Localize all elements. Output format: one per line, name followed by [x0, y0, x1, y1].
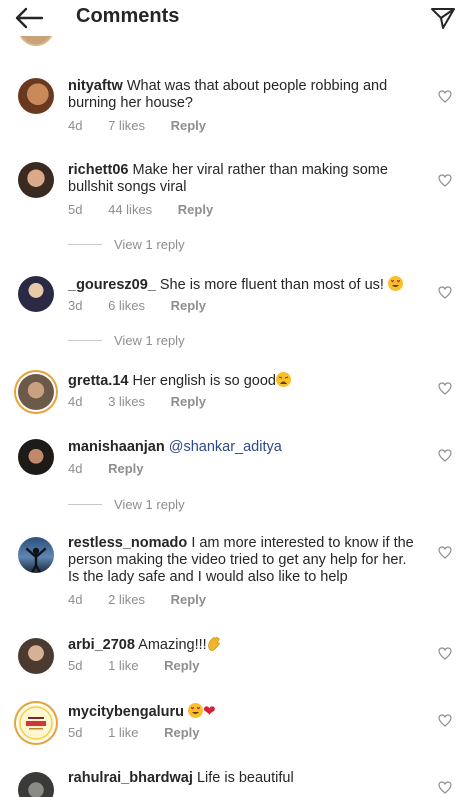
like-heart-icon[interactable] — [438, 781, 452, 794]
reply-button[interactable]: Reply — [171, 298, 206, 313]
comment-text: _gouresz09_ She is more fluent than most… — [68, 276, 420, 294]
comment-likes[interactable]: 1 like — [108, 658, 138, 673]
like-heart-icon[interactable] — [438, 174, 452, 187]
comment-text: richett06 Make her viral rather than mak… — [68, 162, 420, 196]
like-heart-icon[interactable] — [438, 286, 452, 299]
comment-likes[interactable]: 1 like — [108, 725, 138, 740]
comment-body: Her english is so good — [132, 373, 276, 389]
comment-meta: 4d 7 likes Reply — [68, 118, 228, 133]
comment-username[interactable]: mycitybengaluru — [68, 704, 184, 720]
avatar[interactable] — [18, 537, 54, 573]
comment-meta: 4d Reply — [68, 461, 166, 476]
comment-text: rahulrai_bhardwaj Life is beautiful — [68, 770, 420, 787]
like-heart-icon[interactable] — [438, 546, 452, 559]
reply-button[interactable]: Reply — [164, 725, 199, 740]
comment-time: 5d — [68, 658, 83, 673]
avatar[interactable] — [18, 638, 54, 674]
avatar[interactable] — [18, 36, 54, 46]
page-title: Comments — [76, 5, 180, 27]
comment-text: mycitybengaluru ❤ — [68, 703, 420, 721]
reply-button[interactable]: Reply — [108, 461, 143, 476]
divider-line — [68, 244, 102, 245]
avatar[interactable] — [18, 276, 54, 312]
comment-time: 5d — [68, 202, 83, 217]
comment-meta: 5d 1 like Reply — [68, 658, 221, 673]
partial-meta — [68, 36, 72, 43]
comment-meta: 3d 6 likes Reply — [68, 298, 228, 313]
weary-face-emoji — [275, 372, 291, 387]
view-replies-button[interactable]: View 1 reply — [68, 237, 185, 252]
like-heart-icon[interactable] — [438, 90, 452, 103]
comment-username[interactable]: richett06 — [68, 162, 128, 178]
avatar[interactable] — [18, 705, 54, 741]
back-arrow-icon[interactable] — [14, 6, 44, 30]
comment-body: She is more fluent than most of us! — [159, 277, 384, 293]
like-heart-icon[interactable] — [438, 382, 452, 395]
comment-item: rahulrai_bhardwaj Life is beautiful — [0, 768, 474, 797]
comment-time: 4d — [68, 461, 83, 476]
like-heart-icon[interactable] — [438, 714, 452, 727]
mention-link[interactable]: @shankar_aditya — [169, 439, 282, 455]
comment-text: nityaftw What was that about people robb… — [68, 78, 420, 112]
comment-likes[interactable]: 44 likes — [108, 202, 152, 217]
comment-username[interactable]: _gouresz09_ — [68, 277, 156, 293]
partial-comment — [0, 36, 474, 50]
comment-username[interactable]: nityaftw — [68, 78, 123, 94]
comment-text: manishaanjan @shankar_aditya — [68, 439, 420, 456]
view-replies-button[interactable]: View 1 reply — [68, 333, 185, 348]
like-heart-icon[interactable] — [438, 449, 452, 462]
comment-text: restless_nomado I am more interested to … — [68, 535, 420, 586]
top-bar: Comments — [0, 0, 474, 36]
red-heart-emoji: ❤ — [203, 703, 216, 720]
avatar[interactable] — [18, 439, 54, 475]
comment-time: 4d — [68, 118, 83, 133]
comment-likes[interactable]: 7 likes — [108, 118, 145, 133]
avatar[interactable] — [18, 162, 54, 198]
comment-meta: 5d 44 likes Reply — [68, 202, 235, 217]
comment-text: gretta.14 Her english is so good — [68, 372, 420, 390]
view-replies-label: View 1 reply — [114, 333, 185, 348]
comment-username[interactable]: manishaanjan — [68, 439, 165, 455]
reply-button[interactable]: Reply — [171, 118, 206, 133]
avatar[interactable] — [18, 772, 54, 797]
comment-likes[interactable]: 2 likes — [108, 592, 145, 607]
avatar[interactable] — [18, 374, 54, 410]
comment-username[interactable]: gretta.14 — [68, 373, 128, 389]
comment-meta: 4d 3 likes Reply — [68, 394, 228, 409]
comment-body: Life is beautiful — [196, 770, 294, 786]
heart-eyes-emoji — [387, 276, 403, 291]
comment-time: 4d — [68, 394, 83, 409]
reply-button[interactable]: Reply — [171, 592, 206, 607]
comment-time: 3d — [68, 298, 83, 313]
comment-likes[interactable]: 6 likes — [108, 298, 145, 313]
comment-time: 5d — [68, 725, 83, 740]
comment-text: arbi_2708 Amazing!!! — [68, 636, 420, 654]
divider-line — [68, 504, 102, 505]
divider-line — [68, 340, 102, 341]
view-replies-button[interactable]: View 1 reply — [68, 497, 185, 512]
comment-likes[interactable]: 3 likes — [108, 394, 145, 409]
clapping-hands-emoji — [207, 636, 220, 651]
reply-button[interactable]: Reply — [171, 394, 206, 409]
send-icon[interactable] — [430, 6, 456, 30]
comment-username[interactable]: restless_nomado — [68, 535, 187, 551]
comment-meta: 4d 2 likes Reply — [68, 592, 228, 607]
reply-button[interactable]: Reply — [164, 658, 199, 673]
comment-time: 4d — [68, 592, 83, 607]
view-replies-label: View 1 reply — [114, 237, 185, 252]
comment-meta: 5d 1 like Reply — [68, 725, 221, 740]
comment-username[interactable]: arbi_2708 — [68, 637, 135, 653]
view-replies-label: View 1 reply — [114, 497, 185, 512]
like-heart-icon[interactable] — [438, 647, 452, 660]
comment-username[interactable]: rahulrai_bhardwaj — [68, 770, 193, 786]
comment-body: Amazing!!! — [138, 637, 207, 653]
reply-button[interactable]: Reply — [178, 202, 213, 217]
heart-eyes-emoji — [188, 703, 204, 718]
avatar[interactable] — [18, 78, 54, 114]
